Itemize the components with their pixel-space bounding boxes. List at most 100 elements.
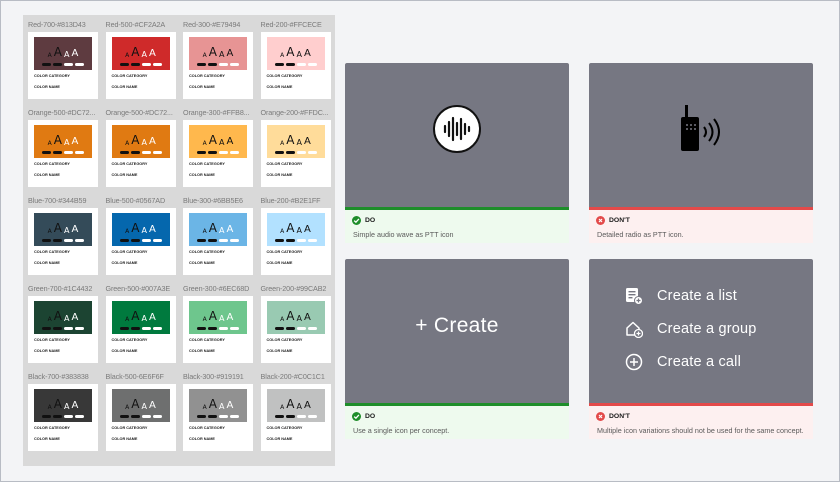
swatch-cell: Black-300-#919191 A A A A COLOR CATEGORY COLO… [180, 367, 253, 451]
guideline-caption: Multiple icon variations should not be u… [597, 426, 804, 435]
swatch-label: Black-300-#919191 [183, 372, 244, 381]
contrast-pills [189, 151, 247, 154]
menu-item-create-list: Create a list [625, 287, 737, 305]
type-sample: AAAA [125, 309, 156, 323]
contrast-pills [189, 63, 247, 66]
verdict-label: DO [365, 217, 376, 224]
swatch-card: A A A A COLOR CATEGORY COLOR NAME [105, 296, 176, 363]
type-sample: AAAA [280, 221, 311, 235]
create-button-sample: + Create [415, 314, 499, 337]
color-category: COLOR CATEGORY [266, 250, 303, 254]
type-sample: AAAA [47, 309, 79, 323]
color-swatch: AAAA [189, 389, 247, 422]
menu-item-create-group: Create a group [625, 320, 757, 338]
tile-footer: DO Simple audio wave as PTT icon [345, 210, 569, 243]
color-swatch: AAAA [111, 213, 170, 246]
color-name: COLOR NAME [111, 173, 138, 177]
menu-item-label: Create a group [657, 321, 757, 337]
guideline-caption: Detailed radio as PTT icon. [597, 230, 684, 239]
home-add-icon [626, 321, 643, 338]
guideline-caption: Use a single icon per concept. [353, 426, 450, 435]
color-category: COLOR CATEGORY [34, 426, 70, 430]
contrast-pills [112, 239, 170, 242]
color-name: COLOR NAME [189, 261, 215, 265]
color-category: COLOR CATEGORY [189, 426, 225, 430]
color-swatch: AAAA [266, 37, 325, 70]
swatch-label: Blue-500-#0567AD [105, 196, 166, 205]
color-name: COLOR NAME [111, 349, 138, 353]
type-sample: AAAA [125, 133, 156, 147]
color-name: COLOR NAME [189, 85, 215, 89]
swatch-cell: Orange-500-#DC72... A A A A COLOR CATEGORY CO… [103, 103, 176, 187]
swatch-cell: Blue-300-#6BB5E6 A A A A COLOR CATEGORY COLOR… [180, 191, 253, 275]
swatch-card: A A A A COLOR CATEGORY COLOR NAME [260, 32, 331, 99]
color-swatch: AAAA [111, 389, 170, 422]
type-sample: AAAA [202, 397, 234, 411]
color-name: COLOR NAME [111, 437, 138, 441]
type-sample: AAAA [125, 221, 156, 235]
color-category: COLOR CATEGORY [266, 74, 303, 78]
contrast-pills [267, 151, 325, 154]
color-swatch: AAAA [34, 389, 92, 422]
x-icon [596, 412, 605, 421]
color-category: COLOR CATEGORY [266, 426, 303, 430]
contrast-pills [34, 327, 92, 330]
swatch-card: A A A A COLOR CATEGORY COLOR NAME [28, 32, 98, 99]
swatch-card: A A A A COLOR CATEGORY COLOR NAME [183, 120, 253, 187]
contrast-pills [112, 327, 170, 330]
color-category: COLOR CATEGORY [111, 250, 148, 254]
color-category: COLOR CATEGORY [189, 74, 225, 78]
contrast-pills [112, 151, 170, 154]
color-swatch: AAAA [34, 301, 92, 334]
x-icon [596, 216, 605, 225]
swatch-label: Orange-500-#DC72... [28, 108, 96, 117]
color-swatch: AAAA [34, 213, 92, 246]
tile-footer: DON'T Detailed radio as PTT icon. [589, 210, 813, 243]
swatch-card: A A A A COLOR CATEGORY COLOR NAME [28, 296, 98, 363]
swatch-label: Blue-200-#B2E1FF [260, 196, 321, 205]
swatch-card: A A A A COLOR CATEGORY COLOR NAME [260, 384, 331, 451]
tile-preview [589, 63, 813, 207]
tile-footer: DO Use a single icon per concept. [345, 406, 569, 439]
swatch-label: Red-200-#FFCECE [260, 20, 322, 29]
color-name: COLOR NAME [266, 437, 293, 441]
color-swatch: AAAA [189, 301, 247, 334]
swatch-card: A A A A COLOR CATEGORY COLOR NAME [260, 296, 331, 363]
swatch-cell: Red-300-#E79494 A A A A COLOR CATEGORY COLOR … [180, 15, 253, 99]
plus-circle-icon [625, 353, 643, 371]
color-category: COLOR CATEGORY [34, 338, 70, 342]
contrast-pills [34, 415, 92, 418]
swatch-card: A A A A COLOR CATEGORY COLOR NAME [28, 120, 98, 187]
color-name: COLOR NAME [34, 85, 60, 89]
color-swatch: AAAA [34, 125, 92, 158]
guideline-radio-dont: DON'T Detailed radio as PTT icon. [589, 63, 813, 243]
swatch-label: Red-300-#E79494 [183, 20, 241, 29]
guideline-create-do: + Create DO Use a single icon per concep… [345, 259, 569, 439]
color-swatch: AAAA [189, 125, 247, 158]
swatch-card: A A A A COLOR CATEGORY COLOR NAME [105, 120, 176, 187]
audio-wave-icon [433, 105, 481, 153]
color-name: COLOR NAME [111, 261, 138, 265]
color-category: COLOR CATEGORY [266, 338, 303, 342]
swatch-cell: Red-200-#FFCECE A A A A COLOR CATEGORY COLOR … [258, 15, 331, 99]
menu-item-label: Create a call [657, 354, 741, 370]
type-sample: AAAA [202, 45, 234, 59]
color-category: COLOR CATEGORY [111, 162, 148, 166]
contrast-pills [34, 151, 92, 154]
color-name: COLOR NAME [111, 85, 138, 89]
swatch-label: Green-700-#1C4432 [28, 284, 93, 293]
swatch-label: Green-500-#007A3E [105, 284, 171, 293]
type-sample: AAAA [202, 309, 234, 323]
contrast-pills [189, 239, 247, 242]
color-swatch: AAAA [34, 37, 92, 70]
tile-preview: Create a list Create a group Create a ca… [589, 259, 813, 403]
list-add-icon [626, 288, 643, 305]
swatch-label: Green-200-#99CAB2 [260, 284, 327, 293]
swatch-label: Orange-300-#FFB8... [183, 108, 250, 117]
walkie-talkie-icon [681, 105, 720, 151]
type-sample: AAAA [202, 221, 234, 235]
color-swatch: AAAA [266, 389, 325, 422]
type-sample: AAAA [125, 45, 156, 59]
color-category: COLOR CATEGORY [189, 162, 225, 166]
swatch-card: A A A A COLOR CATEGORY COLOR NAME [28, 208, 98, 275]
